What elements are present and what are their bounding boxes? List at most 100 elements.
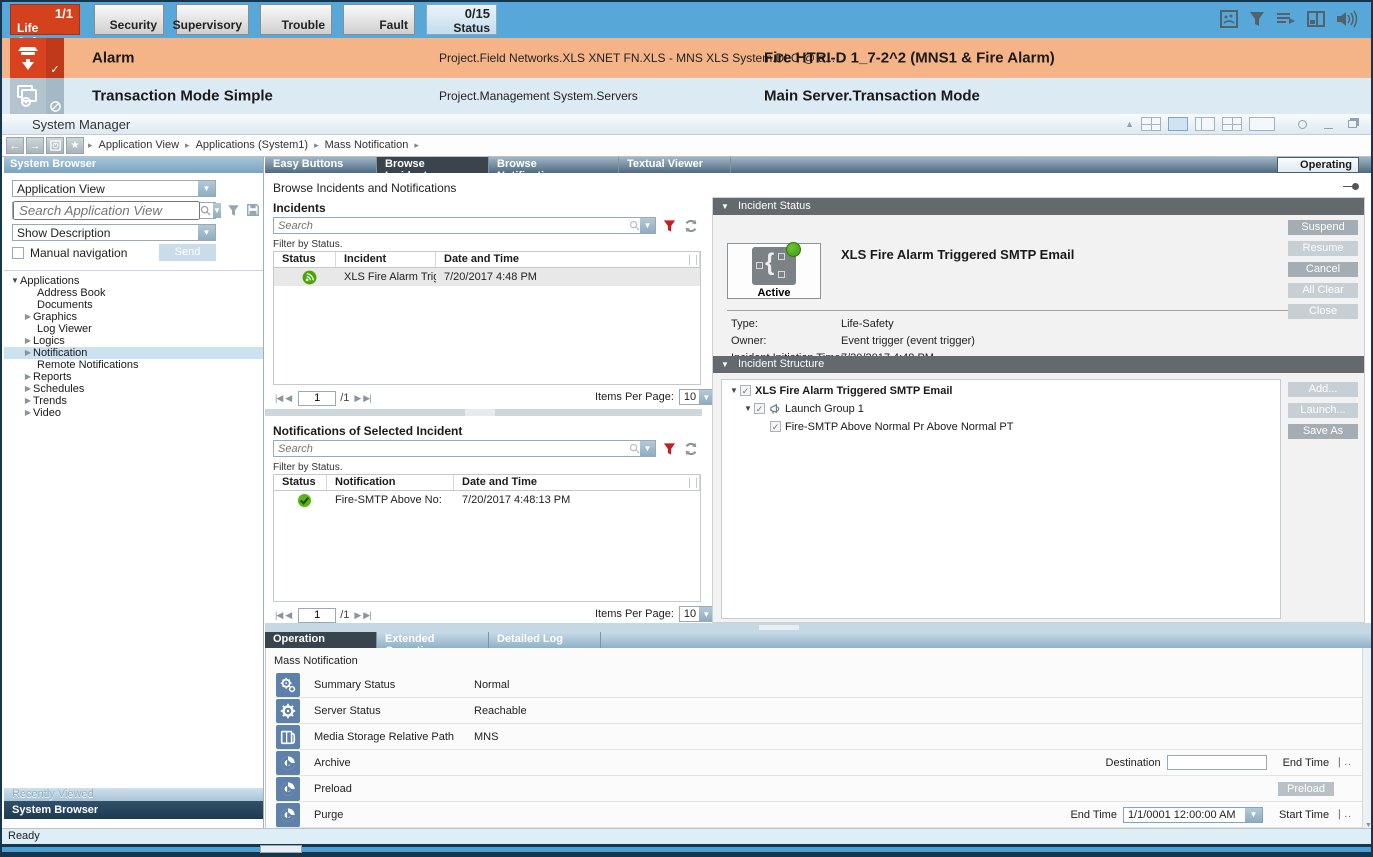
purge-end-time-dropdown[interactable]: 1/1/0001 12:00:00 AM ▼ xyxy=(1123,807,1263,823)
col-status[interactable]: Status xyxy=(274,475,327,490)
structure-group-node[interactable]: ▼ ✓ Launch Group 1 xyxy=(742,401,1280,416)
tab-browse-notifications[interactable]: Browse Notifications xyxy=(489,157,619,173)
chevron-down-icon[interactable]: ▼ xyxy=(198,181,215,196)
page-input[interactable] xyxy=(298,391,336,406)
incidents-search-field[interactable]: ▼ xyxy=(273,217,656,234)
tab-extended-operation[interactable]: Extended Operation xyxy=(377,632,489,648)
suspend-badge-icon[interactable] xyxy=(46,78,64,114)
cancel-button[interactable]: Cancel xyxy=(1288,262,1358,277)
breadcrumb-applications[interactable]: Applications (System1) xyxy=(196,139,309,151)
event-detail-icon[interactable] xyxy=(1219,9,1239,29)
system-browser-footer-tab[interactable]: System Browser xyxy=(4,801,263,819)
pin-icon[interactable] xyxy=(1343,183,1359,190)
scrollbar-thumb[interactable] xyxy=(260,845,302,853)
tree-item-trends[interactable]: ▶Trends xyxy=(4,395,263,407)
items-per-page-dropdown[interactable]: 10 ▼ xyxy=(679,606,715,622)
tree-item-address-book[interactable]: Address Book xyxy=(4,287,263,299)
tree-item-remote-notifications[interactable]: Remote Notifications xyxy=(4,359,263,371)
sidebar-search-field[interactable]: ▼ xyxy=(12,202,216,219)
layout-blank-icon[interactable] xyxy=(1249,117,1275,131)
tree-item-documents[interactable]: Documents xyxy=(4,299,263,311)
recently-viewed-bar[interactable]: Recently Viewed xyxy=(4,788,263,801)
expander-icon[interactable]: ▶ xyxy=(23,383,33,395)
incidents-filter-icon[interactable] xyxy=(662,218,677,234)
expander-icon[interactable]: ▶ xyxy=(23,371,33,383)
collapse-triangle-icon[interactable]: ▼ xyxy=(721,360,729,369)
col-status[interactable]: Status xyxy=(274,252,336,267)
tab-browse-incidents[interactable]: Browse Incidents xyxy=(377,157,489,173)
incidents-refresh-icon[interactable] xyxy=(683,218,699,234)
incidents-search-input[interactable] xyxy=(278,220,629,232)
breadcrumb-application-view[interactable]: Application View xyxy=(99,139,180,151)
tree-item-graphics[interactable]: ▶Graphics xyxy=(4,311,263,323)
chevron-down-icon[interactable]: ▼ xyxy=(213,203,221,218)
purge-action-icon[interactable] xyxy=(276,803,300,827)
filter-icon[interactable] xyxy=(1248,9,1266,29)
layout-quad-icon[interactable] xyxy=(1141,117,1161,131)
fault-button[interactable]: Fault xyxy=(343,4,415,35)
first-page-icon[interactable]: |◀ xyxy=(275,393,282,404)
save-as-button[interactable]: Save As xyxy=(1288,424,1358,439)
favorites-button[interactable]: ★ xyxy=(66,137,84,154)
expander-icon[interactable]: ▼ xyxy=(728,386,740,395)
items-per-page-dropdown[interactable]: 10 ▼ xyxy=(679,389,715,405)
status-button[interactable]: 0/15 Status xyxy=(426,4,497,35)
col-incident[interactable]: Incident xyxy=(336,252,436,267)
breadcrumb-mass-notification[interactable]: Mass Notification xyxy=(325,139,409,151)
last-page-icon[interactable]: ▶| xyxy=(363,610,370,621)
notification-row[interactable]: Fire-SMTP Above No: 7/20/2017 4:48:13 PM xyxy=(274,491,700,509)
minimize-icon[interactable] xyxy=(1324,128,1333,129)
prev-page-icon[interactable]: ◀ xyxy=(285,393,291,404)
tab-easy-buttons[interactable]: Easy Buttons xyxy=(265,157,377,173)
notifications-search-input[interactable] xyxy=(278,443,629,455)
tree-item-logics[interactable]: ▶Logics xyxy=(4,335,263,347)
next-page-icon[interactable]: ▶ xyxy=(354,610,360,621)
page-input[interactable] xyxy=(298,608,336,623)
layout-grid-icon[interactable] xyxy=(1222,117,1242,131)
collapse-icon[interactable]: ▲ xyxy=(1125,119,1134,129)
chevron-down-icon[interactable]: ▼ xyxy=(640,218,655,233)
event-list-icon[interactable] xyxy=(1275,9,1297,29)
chevron-down-icon[interactable]: ▼ xyxy=(198,225,215,240)
col-notification[interactable]: Notification xyxy=(327,475,454,490)
restore-icon[interactable] xyxy=(1348,120,1357,128)
datetime-picker-stub[interactable]: ❘.. xyxy=(1335,757,1352,768)
layout-icon[interactable] xyxy=(1306,9,1326,29)
transaction-event-row[interactable]: Transaction Mode Simple Project.Manageme… xyxy=(2,78,1371,114)
first-page-icon[interactable]: |◀ xyxy=(275,610,282,621)
expander-icon[interactable]: ▶ xyxy=(23,407,33,419)
operation-scrollbar[interactable]: ▼ xyxy=(1362,648,1373,831)
structure-root-node[interactable]: ▼ ✓ XLS Fire Alarm Triggered SMTP Email xyxy=(728,383,1280,398)
datetime-picker-stub[interactable]: ❘.. xyxy=(1335,809,1352,820)
bottom-splitter[interactable] xyxy=(265,623,1373,632)
resume-button[interactable]: Resume xyxy=(1288,241,1358,256)
operating-mode-button[interactable]: Operating xyxy=(1277,157,1359,173)
sidebar-filter-icon[interactable] xyxy=(226,203,241,218)
col-date-time[interactable]: Date and Time xyxy=(436,252,700,267)
preload-button[interactable]: Preload xyxy=(1278,782,1334,796)
tree-item-video[interactable]: ▶Video xyxy=(4,407,263,419)
collapse-triangle-icon[interactable]: ▼ xyxy=(721,202,729,211)
tree-item-log-viewer[interactable]: Log Viewer xyxy=(4,323,263,335)
tab-textual-viewer[interactable]: Textual Viewer xyxy=(619,157,731,173)
expander-icon[interactable]: ▼ xyxy=(742,404,754,413)
launch-button[interactable]: Launch... xyxy=(1288,403,1358,418)
display-mode-dropdown[interactable]: Show Description ▼ xyxy=(12,224,216,241)
send-button[interactable]: Send xyxy=(159,244,216,261)
tree-item-applications[interactable]: ▼Applications xyxy=(4,275,263,287)
save-icon[interactable] xyxy=(246,203,260,217)
expander-icon[interactable]: ▶ xyxy=(23,335,33,347)
incident-row[interactable]: XLS Fire Alarm Triggere 7/20/2017 4:48 P… xyxy=(274,268,700,286)
trouble-button[interactable]: Trouble xyxy=(260,4,332,35)
incident-status-header[interactable]: ▼ Incident Status xyxy=(713,198,1364,215)
tree-item-reports[interactable]: ▶Reports xyxy=(4,371,263,383)
lock-icon[interactable] xyxy=(1298,120,1307,129)
next-page-icon[interactable]: ▶ xyxy=(354,393,360,404)
tab-operation[interactable]: Operation xyxy=(265,632,377,648)
expander-icon[interactable]: ▶ xyxy=(23,395,33,407)
chevron-down-icon[interactable]: ▼ xyxy=(640,441,655,456)
all-clear-button[interactable]: All Clear xyxy=(1288,283,1358,298)
layout-left-split-icon[interactable] xyxy=(1195,117,1215,131)
checkbox-checked[interactable]: ✓ xyxy=(754,403,765,414)
tree-item-notification[interactable]: ▶Notification xyxy=(4,347,263,359)
